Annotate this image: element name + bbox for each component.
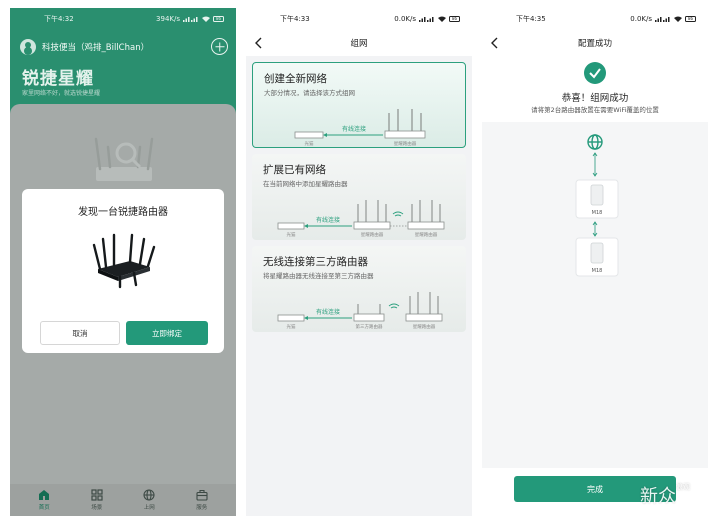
- node-label: M18: [592, 210, 603, 216]
- card-title: 创建全新网络: [264, 73, 327, 85]
- nav-bar: 组网: [246, 30, 472, 56]
- internet-globe-icon: [587, 134, 603, 150]
- tab-label: 首页: [38, 505, 50, 511]
- bind-now-button[interactable]: 立即绑定: [126, 321, 208, 345]
- status-time: 下午4:33: [280, 15, 310, 23]
- device-label: 光猫: [287, 231, 296, 238]
- card-desc: 将星耀路由器无线连接至第三方路由器: [263, 272, 374, 280]
- router-image-icon: [92, 233, 156, 289]
- device-label: 光猫: [305, 140, 314, 147]
- avatar[interactable]: [20, 38, 36, 55]
- status-bar: 下午4:32 394K/s 86: [10, 8, 236, 30]
- modem-icon: [277, 222, 305, 230]
- briefcase-icon: [196, 489, 208, 501]
- brand-title: 锐捷星耀: [22, 69, 94, 89]
- device-label: 星耀路由器: [394, 140, 417, 147]
- device-label: 星耀路由器: [413, 323, 436, 330]
- link-label: 有线连接: [316, 308, 340, 316]
- router-icon: [405, 313, 443, 322]
- discovery-modal: 发现一台锐捷路由器 取消 立即绑定: [22, 189, 224, 353]
- device-label: 第三方路由器: [356, 323, 383, 330]
- m18-router-icon: [590, 184, 604, 206]
- link-label: 有线连接: [316, 216, 340, 224]
- tab-service[interactable]: 服务: [184, 489, 220, 511]
- success-check-icon: [584, 62, 606, 84]
- status-bar: 下午4:35 0.0K/s 86: [482, 8, 708, 30]
- signal-icon: [183, 17, 198, 22]
- m18-router-icon: [590, 242, 604, 264]
- mesh-topology: M18 M18: [575, 134, 619, 277]
- tab-label: 上网: [143, 505, 155, 511]
- device-label: 光猫: [287, 323, 296, 330]
- battery-icon: 86: [449, 16, 460, 22]
- modal-title: 发现一台锐捷路由器: [78, 207, 168, 218]
- grid-icon: [91, 489, 103, 501]
- bottom-tab-bar: 首页 场景 上网 服务: [10, 484, 236, 516]
- username: 科技便当（鸡排_BillChan）: [42, 42, 150, 53]
- signal-icon: [419, 17, 434, 22]
- battery-icon: 86: [213, 16, 224, 22]
- watermark-logo: 新众浪观: [640, 483, 690, 507]
- home-icon: [39, 490, 50, 500]
- tab-home[interactable]: 首页: [26, 489, 62, 511]
- topology-diagram: 有线连接 光猫 第三方路由器 星耀路由器: [277, 292, 443, 330]
- card-title: 无线连接第三方路由器: [263, 256, 368, 268]
- tab-label: 场景: [91, 505, 103, 511]
- link-label: 有线连接: [342, 125, 366, 133]
- extend-network-card[interactable]: 扩展已有网络 在当前网络中添加星耀路由器 有线连接 光猫 星耀路由器 星耀路由器: [252, 154, 466, 240]
- modem-icon: [277, 314, 305, 322]
- cancel-button[interactable]: 取消: [40, 321, 120, 345]
- device-label: 星耀路由器: [361, 231, 384, 238]
- status-speed: 394K/s: [156, 15, 180, 23]
- screen-router-discovery: 下午4:32 394K/s 86 科技便当（鸡排_BillChan） 锐捷星耀 …: [10, 8, 236, 516]
- third-party-router-icon: [353, 313, 385, 322]
- tab-internet[interactable]: 上网: [131, 489, 167, 511]
- status-speed: 0.0K/s: [394, 15, 416, 23]
- status-time: 下午4:32: [44, 15, 74, 23]
- topology-diagram: 有线连接 光猫 星耀路由器: [294, 109, 426, 147]
- card-desc: 在当前网络中添加星耀路由器: [263, 180, 348, 188]
- device-label: 星耀路由器: [415, 231, 438, 238]
- signal-icon: [655, 17, 670, 22]
- router-icon: [407, 221, 445, 230]
- page-title: 配置成功: [577, 39, 612, 49]
- status-bar: 下午4:33 0.0K/s 86: [246, 8, 472, 30]
- wifi-signal-icon: [392, 211, 404, 217]
- card-title: 扩展已有网络: [263, 164, 326, 176]
- wifi-icon: [202, 16, 210, 22]
- page-title: 组网: [350, 39, 368, 49]
- wifi-icon: [674, 16, 682, 22]
- back-arrow-icon[interactable]: [490, 37, 500, 49]
- wifi-signal-icon: [388, 303, 400, 309]
- status-speed: 0.0K/s: [630, 15, 652, 23]
- topology-panel: M18 M18: [482, 122, 708, 468]
- wifi-icon: [438, 16, 446, 22]
- back-arrow-icon[interactable]: [254, 37, 264, 49]
- screen-network-setup: 下午4:33 0.0K/s 86 组网 创建全新网络 大部分情况，请选择该方式组…: [246, 8, 472, 516]
- screen-config-success: 下午4:35 0.0K/s 86 配置成功 恭喜！组网成功 请将第2台路由器放置…: [482, 8, 708, 516]
- user-row: 科技便当（鸡排_BillChan）: [20, 38, 228, 55]
- success-title: 恭喜！组网成功: [561, 93, 629, 104]
- brand-subtitle: 家里网络不好，就选锐捷星耀: [22, 90, 101, 97]
- node-label: M18: [592, 268, 603, 274]
- add-device-button[interactable]: [211, 38, 228, 55]
- wireless-third-party-card[interactable]: 无线连接第三方路由器 将星耀路由器无线连接至第三方路由器 有线连接 光猫 第三方…: [252, 246, 466, 332]
- nav-bar: 配置成功: [482, 30, 708, 56]
- modem-icon: [294, 131, 324, 139]
- topology-diagram: 有线连接 光猫 星耀路由器 星耀路由器: [277, 200, 445, 238]
- success-subtitle: 请将第2台路由器放置在需要WiFi覆盖的位置: [531, 106, 659, 114]
- tab-scene[interactable]: 场景: [79, 489, 115, 511]
- router-icon: [384, 130, 426, 139]
- card-desc: 大部分情况，请选择该方式组网: [264, 89, 355, 97]
- router-illustration-icon: [94, 137, 154, 181]
- battery-icon: 86: [685, 16, 696, 22]
- globe-icon: [143, 489, 155, 501]
- tab-label: 服务: [196, 505, 208, 511]
- router-icon: [353, 221, 391, 230]
- status-time: 下午4:35: [516, 15, 546, 23]
- create-network-card[interactable]: 创建全新网络 大部分情况，请选择该方式组网 有线连接 光猫 星耀路由器: [252, 62, 466, 148]
